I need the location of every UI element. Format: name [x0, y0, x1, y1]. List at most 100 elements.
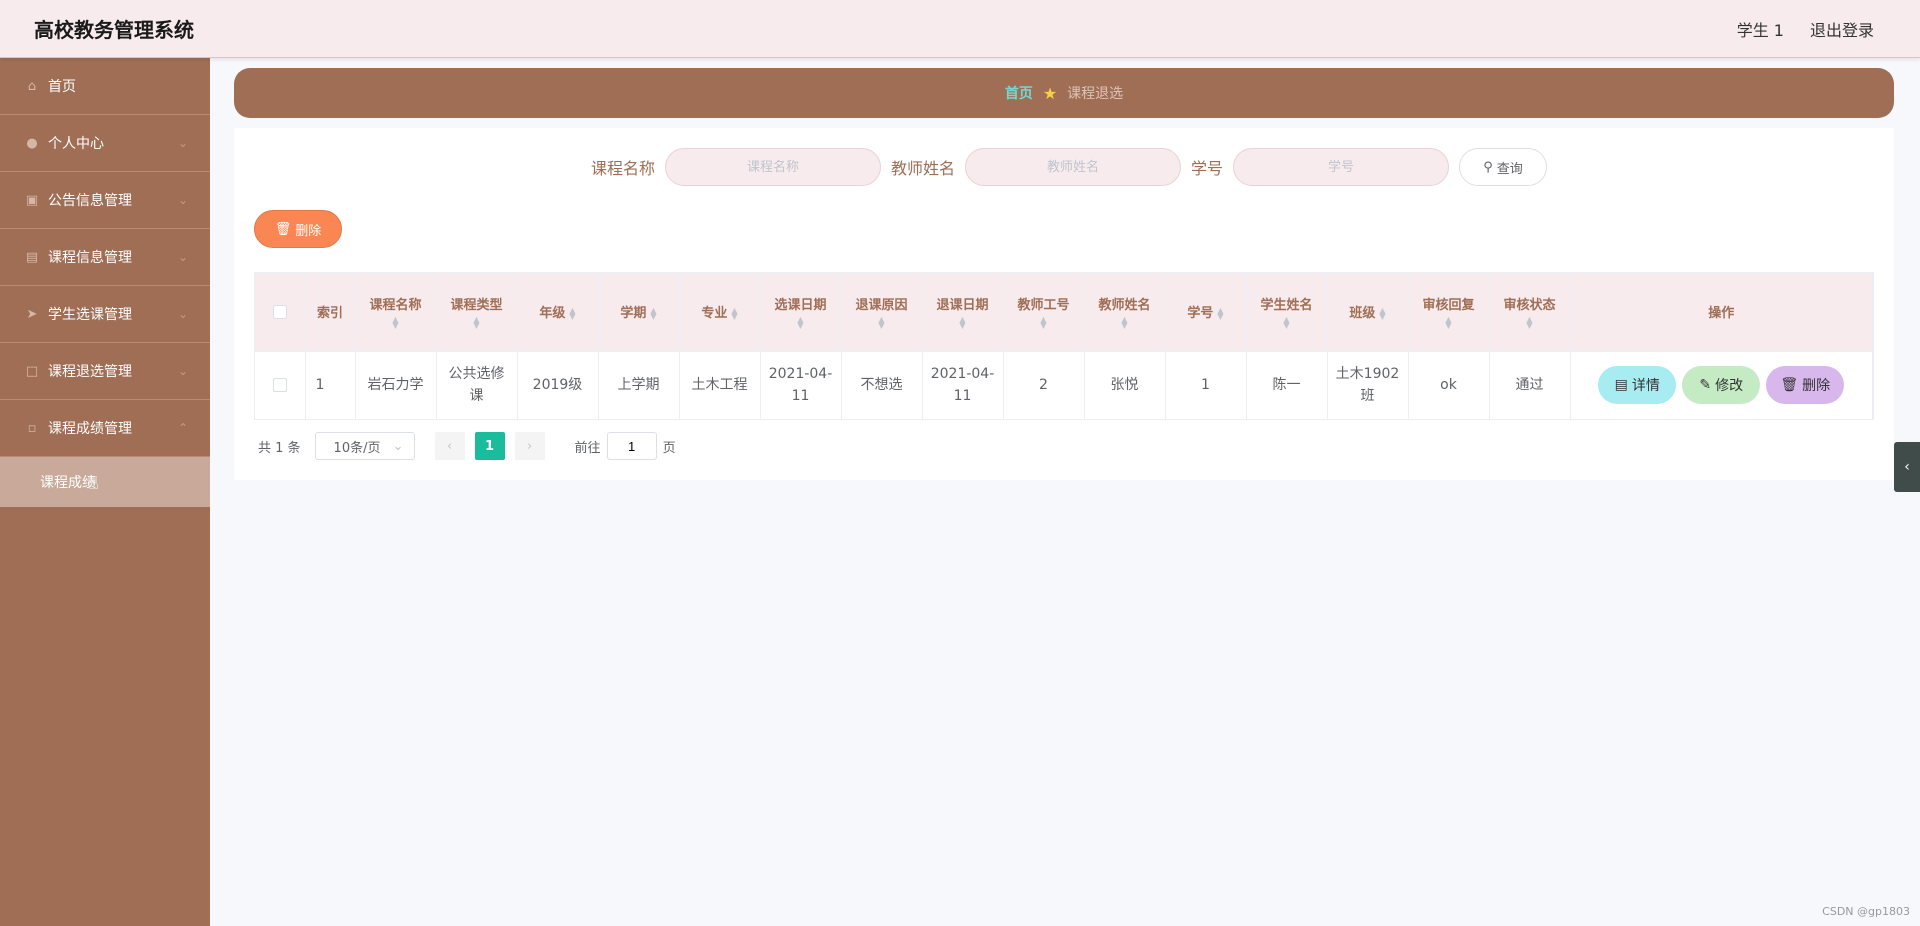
page-number-current[interactable]: 1	[474, 432, 505, 460]
sort-icon[interactable]: ▲ ▼	[650, 306, 656, 320]
student-id-label: 学号	[1191, 159, 1224, 178]
query-button[interactable]: ⚲ 查询	[1459, 148, 1548, 186]
sort-icon[interactable]: ▲ ▼	[765, 316, 837, 330]
sort-icon[interactable]: ▲ ▼	[927, 316, 999, 330]
prev-page-button[interactable]: ‹	[434, 432, 465, 460]
chevron-left-icon: ‹	[1904, 459, 1910, 475]
sidebar-item-course-info[interactable]: ▤ 课程信息管理 ⌄	[0, 229, 210, 286]
cell-drop-date: 2021-04-11	[922, 351, 1004, 419]
col-header-drop-date[interactable]: 退课日期 ▲ ▼	[922, 273, 1004, 351]
sort-icon[interactable]: ▲ ▼	[1008, 316, 1080, 330]
collapse-panel-toggle[interactable]: ‹	[1894, 442, 1920, 492]
sort-icon[interactable]: ▲ ▼	[731, 306, 737, 320]
sort-icon[interactable]: ▲ ▼	[1089, 316, 1161, 330]
sort-icon[interactable]: ▲ ▼	[1217, 306, 1223, 320]
col-header-course-name[interactable]: 课程名称 ▲ ▼	[355, 273, 437, 351]
course-name-label: 课程名称	[590, 159, 655, 178]
col-header-review-status[interactable]: 审核状态 ▲ ▼	[1489, 273, 1571, 351]
sort-icon[interactable]: ▲ ▼	[1413, 316, 1485, 330]
row-checkbox[interactable]	[272, 378, 287, 393]
sort-icon[interactable]: ▲ ▼	[1251, 316, 1323, 330]
id-card-icon: ▣	[25, 192, 39, 208]
sidebar-item-course-selection[interactable]: ➤ 学生选课管理 ⌄	[0, 286, 210, 343]
sidebar-item-personal-center[interactable]: ● 个人中心 ⌄	[0, 115, 210, 172]
detail-button[interactable]: ▤ 详情	[1598, 366, 1677, 405]
sort-icon[interactable]: ▲ ▼	[441, 316, 513, 330]
col-header-teacher-name[interactable]: 教师姓名 ▲ ▼	[1084, 273, 1166, 351]
col-header-student-id[interactable]: 学号 ▲ ▼	[1165, 273, 1247, 351]
table-header-row: 索引 课程名称 ▲ ▼ 课程类型 ▲ ▼ 年级 ▲ ▼ 学期 ▲ ▼ 专业 ▲ ▼ 选课日期 ▲ ▼ 退…	[255, 273, 1873, 351]
search-icon: ⚲	[1483, 159, 1493, 175]
sidebar-item-course-score[interactable]: ▫ 课程成绩管理 ⌃	[0, 400, 210, 457]
student-id-input[interactable]	[1233, 148, 1450, 186]
sidebar-item-home[interactable]: ⌂ 首页	[0, 58, 210, 115]
sidebar-item-label: 课程成绩管理	[48, 421, 132, 437]
cell-student-name: 陈一	[1246, 351, 1328, 419]
col-header-student-name[interactable]: 学生姓名 ▲ ▼	[1246, 273, 1328, 351]
trash-icon: 🗑	[1780, 377, 1799, 394]
col-header-select-date[interactable]: 选课日期 ▲ ▼	[760, 273, 842, 351]
chevron-up-icon: ⌃	[177, 421, 188, 435]
sidebar: ⌂ 首页 ● 个人中心 ⌄ ▣ 公告信息管理 ⌄ ▤ 课程信息管理 ⌄ ➤ 学生…	[0, 58, 210, 926]
sort-icon[interactable]: ▲ ▼	[569, 306, 575, 320]
sort-icon[interactable]: ▲ ▼	[1379, 306, 1385, 320]
col-header-term[interactable]: 学期 ▲ ▼	[598, 273, 680, 351]
breadcrumb-home[interactable]: 首页	[1005, 83, 1033, 103]
goto-page: 前往 页	[575, 432, 676, 460]
teacher-name-input[interactable]	[965, 148, 1181, 186]
watermark: CSDN @gp1803	[1822, 905, 1910, 918]
send-icon: ➤	[26, 306, 38, 322]
table-row: 1 岩石力学 公共选修课 2019级 上学期 土木工程 2021-04-11 不…	[255, 351, 1873, 419]
col-header-drop-reason[interactable]: 退课原因 ▲ ▼	[841, 273, 923, 351]
sort-icon[interactable]: ▲ ▼	[846, 316, 918, 330]
main-content: 首页 ★ 课程退选 课程名称 教师姓名 学号 ⚲ 查询 🗑 删除	[234, 68, 1894, 480]
col-header-review-reply[interactable]: 审核回复 ▲ ▼	[1408, 273, 1490, 351]
batch-delete-button[interactable]: 🗑 删除	[254, 210, 342, 248]
page-nav: ‹ 1 ›	[434, 432, 545, 460]
next-page-button[interactable]: ›	[514, 432, 545, 460]
sidebar-item-announcement[interactable]: ▣ 公告信息管理 ⌄	[0, 172, 210, 229]
chevron-down-icon: ⌄	[392, 438, 404, 454]
page-size-select[interactable]: 10条/页 ⌄	[314, 432, 415, 460]
edit-button[interactable]: ✎ 修改	[1682, 366, 1761, 405]
col-header-course-type[interactable]: 课程类型 ▲ ▼	[436, 273, 518, 351]
pencil-icon: ✎	[1699, 377, 1712, 394]
row-delete-button[interactable]: 🗑 删除	[1766, 366, 1845, 405]
star-icon: ★	[1042, 83, 1058, 103]
sidebar-item-course-drop[interactable]: □ 课程退选管理 ⌄	[0, 343, 210, 400]
chevron-down-icon: ⌄	[177, 307, 188, 321]
sidebar-item-label: 学生选课管理	[48, 307, 132, 323]
col-header-major[interactable]: 专业 ▲ ▼	[679, 273, 761, 351]
col-header-grade[interactable]: 年级 ▲ ▼	[517, 273, 599, 351]
hand-cursor-icon: ☝	[88, 473, 99, 494]
page-unit-label: 页	[662, 440, 676, 456]
chevron-down-icon: ⌄	[177, 193, 188, 207]
chevron-down-icon: ⌄	[177, 250, 188, 264]
sidebar-item-label: 首页	[48, 79, 76, 95]
course-name-input[interactable]	[664, 148, 881, 186]
cell-student-id: 1	[1165, 351, 1247, 419]
clipboard-icon: ▤	[25, 249, 39, 265]
total-count: 共 1 条	[258, 440, 301, 456]
home-icon: ⌂	[27, 78, 37, 94]
select-all-checkbox[interactable]	[272, 304, 287, 319]
sort-icon[interactable]: ▲ ▼	[1494, 316, 1566, 330]
cell-class: 土木1902班	[1327, 351, 1409, 419]
cell-term: 上学期	[598, 351, 680, 419]
col-header-class[interactable]: 班级 ▲ ▼	[1327, 273, 1409, 351]
document-icon: ▤	[1614, 377, 1628, 394]
goto-page-input[interactable]	[606, 432, 657, 460]
select-all-cell	[255, 273, 306, 351]
header-user-area: 学生 1 退出登录	[1737, 17, 1874, 41]
cell-index: 1	[305, 351, 356, 419]
trash-icon: 🗑	[274, 221, 292, 237]
sidebar-subitem-course-score[interactable]: 课程成绩 ☝	[0, 457, 210, 507]
sort-icon[interactable]: ▲ ▼	[360, 316, 432, 330]
cell-select-date: 2021-04-11	[760, 351, 842, 419]
current-user[interactable]: 学生 1	[1737, 17, 1784, 41]
cell-review-reply: ok	[1408, 351, 1490, 419]
data-table: 索引 课程名称 ▲ ▼ 课程类型 ▲ ▼ 年级 ▲ ▼ 学期 ▲ ▼ 专业 ▲ ▼ 选课日期 ▲ ▼ 退…	[254, 272, 1874, 420]
logout-link[interactable]: 退出登录	[1810, 17, 1874, 41]
search-bar: 课程名称 教师姓名 学号 ⚲ 查询	[234, 148, 1894, 186]
col-header-teacher-id[interactable]: 教师工号 ▲ ▼	[1003, 273, 1085, 351]
